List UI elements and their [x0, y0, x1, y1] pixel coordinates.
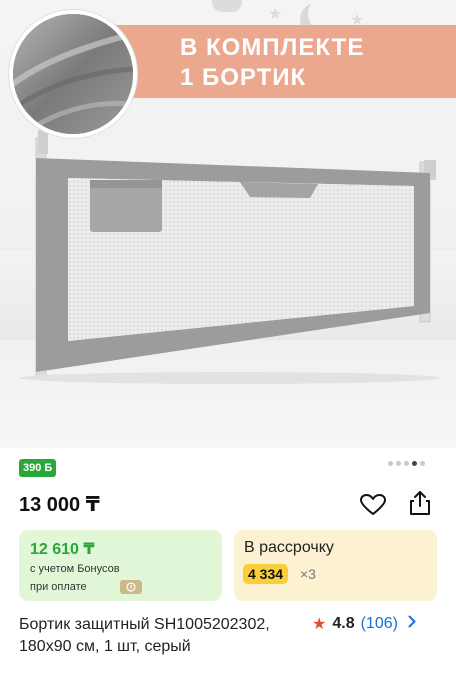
bonus-price-note-2: при оплате: [30, 581, 87, 593]
star-icon: ★: [312, 616, 327, 633]
product-title: Бортик защитный SH1005202302, 180х90 см,…: [19, 616, 270, 655]
bonus-price-amount: 12 610 ₸: [30, 541, 95, 558]
installment-multiplier: ×3: [300, 566, 316, 582]
installment-card[interactable]: В рассрочку 4 334 ×3: [234, 530, 437, 601]
gallery-dot[interactable]: [420, 461, 425, 466]
chevron-right-icon[interactable]: [408, 615, 416, 633]
bonus-points-badge: 390 Б: [19, 459, 57, 477]
product-price: 13 000 ₸: [19, 494, 100, 516]
gallery-dot-active[interactable]: [412, 461, 417, 466]
installment-amount: 4 334: [243, 564, 289, 584]
heart-icon[interactable]: [360, 494, 386, 516]
installment-label: В рассрочку: [244, 539, 334, 556]
rating-link[interactable]: ★ 4.8 (106): [312, 614, 416, 634]
promo-banner-line1: В КОМПЛЕКТЕ: [180, 34, 365, 61]
promo-banner-line2: 1 БОРТИК: [180, 64, 307, 91]
gallery-dot[interactable]: [396, 461, 401, 466]
bonus-price-card[interactable]: 12 610 ₸ с учетом Бонусов при оплате: [19, 530, 222, 601]
bonus-price-note: с учетом Бонусов: [30, 563, 120, 575]
product-image[interactable]: ★ ★ В КОМПЛЕКТЕ 1 БОРТИК: [0, 0, 456, 448]
share-icon[interactable]: [408, 490, 432, 516]
gallery-pagination[interactable]: [388, 461, 425, 466]
rating-score: 4.8: [332, 615, 355, 632]
review-count[interactable]: (106): [361, 615, 398, 633]
gallery-dot[interactable]: [404, 461, 409, 466]
payment-info-icon[interactable]: [120, 580, 142, 594]
fabric-swatch-image: [9, 10, 137, 138]
gallery-dot[interactable]: [388, 461, 393, 466]
